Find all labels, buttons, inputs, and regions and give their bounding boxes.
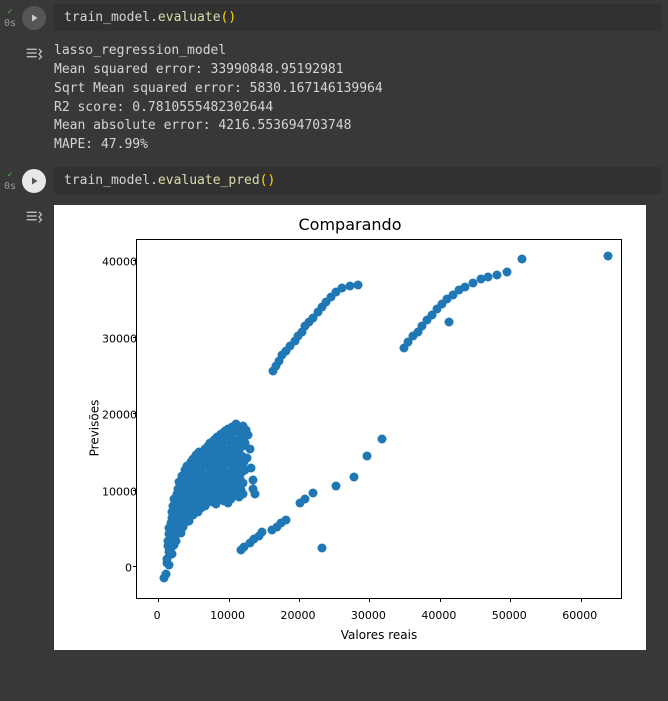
chart-output: Comparando Previsões Valores reais 0 1000… (54, 205, 646, 650)
chart-point (165, 561, 174, 570)
chart-ytick: 10000 (102, 485, 132, 498)
code-token: evaluate_pred (158, 173, 260, 188)
chart-xtick: 20000 (281, 609, 316, 622)
chart-point (248, 476, 257, 485)
chart-ylabel: Previsões (87, 399, 101, 456)
cell-output-1: lasso_regression_model Mean squared erro… (0, 36, 668, 163)
cell-gutter: ✓ 0s (0, 4, 20, 29)
cell-gutter: ✓ 0s (0, 167, 20, 192)
chart-plot-area (136, 239, 622, 599)
code-cell-2: ✓ 0s train_model.evaluate_pred() (0, 163, 668, 199)
chart-point (445, 317, 454, 326)
code-input[interactable]: train_model.evaluate() (54, 4, 662, 31)
check-icon: ✓ (7, 171, 12, 180)
chart-ytick: 0 (102, 562, 132, 575)
chart-ytick: 20000 (102, 409, 132, 422)
code-input[interactable]: train_model.evaluate_pred() (54, 167, 662, 194)
chart-point (378, 434, 387, 443)
exec-time: 0s (4, 19, 16, 29)
output-toggle-icon[interactable] (22, 205, 46, 225)
chart-point (258, 528, 267, 537)
chart-point (167, 550, 176, 559)
chart-ytick: 40000 (102, 256, 132, 269)
chart-xtick: 60000 (562, 609, 597, 622)
chart-point (332, 482, 341, 491)
chart-point (309, 489, 318, 498)
chart-point (483, 273, 492, 282)
output-toggle-icon[interactable] (22, 42, 46, 62)
chart-point (318, 544, 327, 553)
chart-point (242, 453, 251, 462)
code-token: train_model (64, 173, 150, 188)
chart-xtick: 0 (154, 609, 161, 622)
chart-point (300, 495, 309, 504)
chart-point (354, 280, 363, 289)
chart-ytick: 30000 (102, 332, 132, 345)
play-icon (28, 175, 40, 187)
chart-xtick: 30000 (351, 609, 386, 622)
chart-point (603, 252, 612, 261)
run-cell-button[interactable] (22, 6, 46, 30)
chart-point (247, 463, 256, 472)
chart-title: Comparando (54, 215, 646, 234)
chart-xtick: 40000 (421, 609, 456, 622)
exec-time: 0s (4, 182, 16, 192)
chart-point (172, 537, 181, 546)
code-token: evaluate (158, 10, 221, 25)
chart-point (503, 267, 512, 276)
chart-point (349, 473, 358, 482)
code-cell-1: ✓ 0s train_model.evaluate() (0, 0, 668, 36)
chart-point (281, 515, 290, 524)
cell-output-2: Comparando Previsões Valores reais 0 1000… (0, 199, 668, 658)
chart-point (362, 452, 371, 461)
chart-point (239, 479, 248, 488)
chart-point (492, 270, 501, 279)
chart-point (245, 445, 254, 454)
output-text: lasso_regression_model Mean squared erro… (54, 40, 383, 155)
chart-point (238, 489, 247, 498)
check-icon: ✓ (7, 8, 12, 17)
chart-xlabel: Valores reais (136, 628, 622, 642)
play-icon (28, 12, 40, 24)
run-cell-button[interactable] (22, 169, 46, 193)
chart-xtick: 50000 (492, 609, 527, 622)
chart-point (517, 254, 526, 263)
chart-point (161, 570, 170, 579)
chart-point (244, 430, 253, 439)
chart-point (250, 489, 259, 498)
chart-xtick: 10000 (210, 609, 245, 622)
code-token: train_model (64, 10, 150, 25)
